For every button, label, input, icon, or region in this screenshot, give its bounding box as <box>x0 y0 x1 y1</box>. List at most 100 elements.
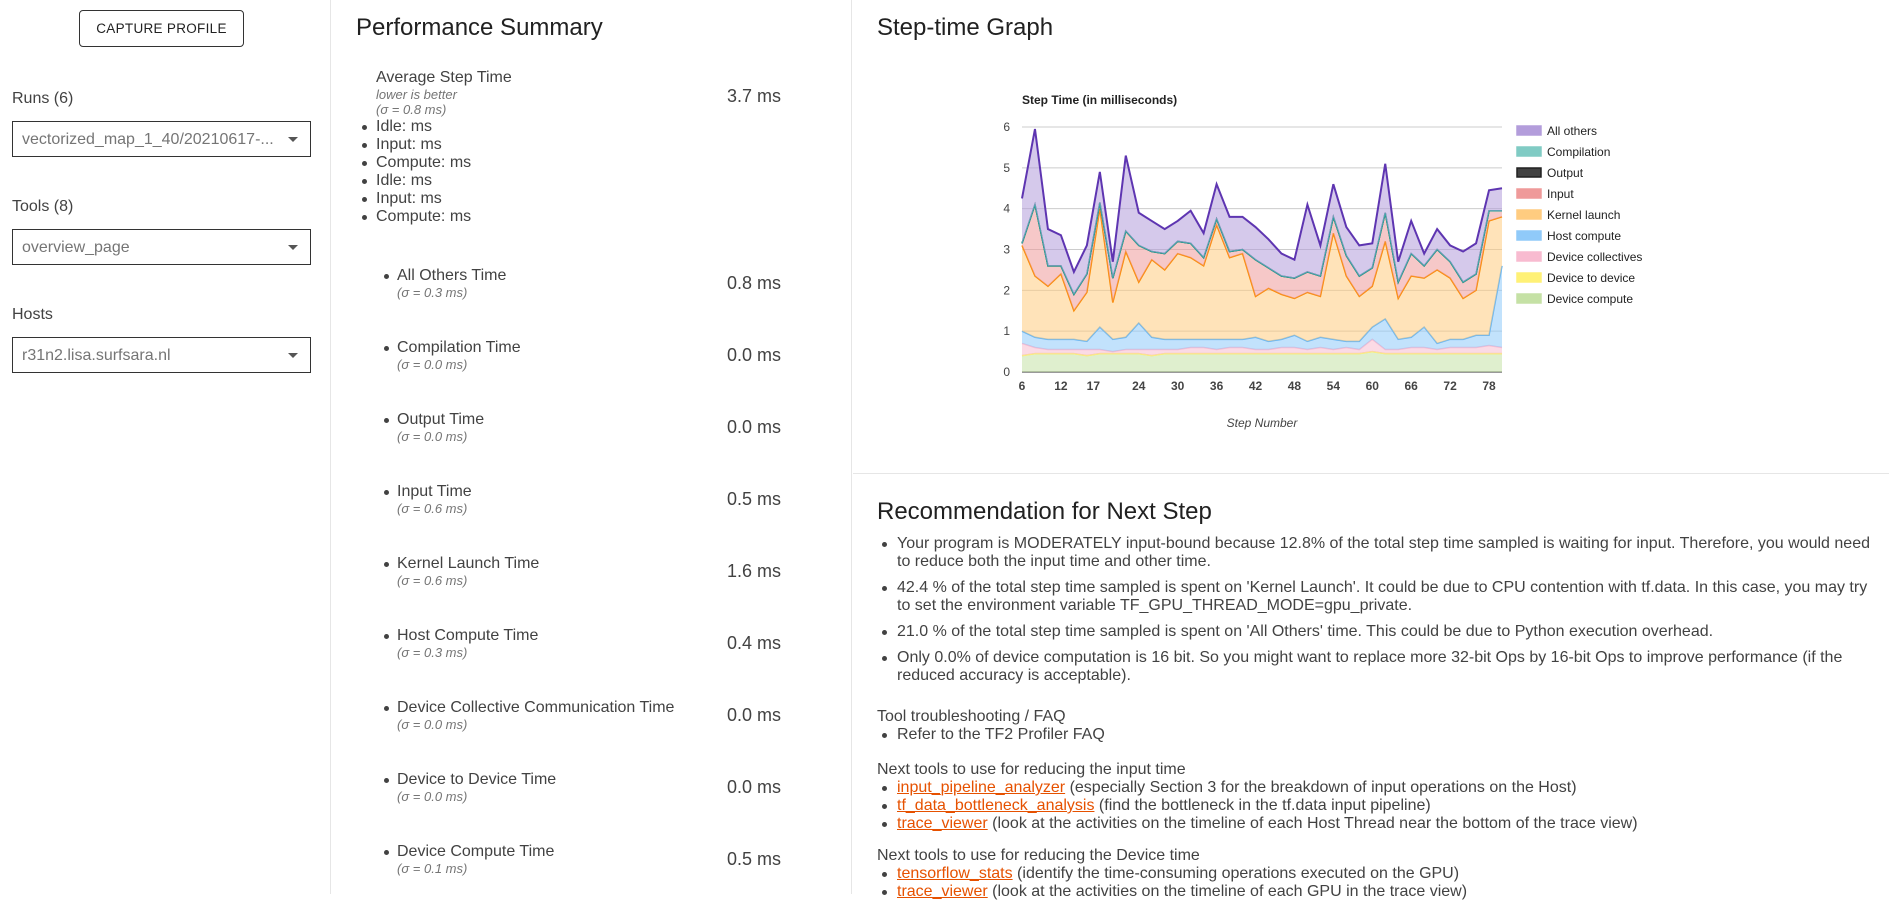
chart-title: Step Time (in milliseconds) <box>1022 93 1177 107</box>
runs-select-value: vectorized_map_1_40/20210617-... <box>22 131 274 148</box>
tool-desc: (find the bottleneck in the tf.data inpu… <box>1094 797 1431 814</box>
legend-label: Device to device <box>1547 271 1635 285</box>
capture-profile-button[interactable]: CAPTURE PROFILE <box>79 10 244 47</box>
legend-swatch <box>1516 272 1542 283</box>
legend-label: Host compute <box>1547 229 1621 243</box>
legend-label: Output <box>1547 166 1584 180</box>
recommendation-list: Your program is MODERATELY input-bound b… <box>877 535 1877 693</box>
faq-item: Refer to the TF2 Profiler FAQ <box>877 726 1877 744</box>
step-time-graph-panel: Step-time Graph Step Time (in millisecon… <box>853 0 1889 474</box>
metric-value: 0.5 ms <box>727 489 782 509</box>
hosts-select[interactable]: r31n2.lisa.surfsara.nl <box>12 337 311 373</box>
tf-data-bottleneck-analysis-link[interactable]: tf_data_bottleneck_analysis <box>897 797 1094 814</box>
tool-desc: (identify the time-consuming operations … <box>1012 865 1460 882</box>
breakdown-item: Compute: ms <box>362 208 816 226</box>
chevron-down-icon <box>288 353 298 358</box>
metric-all-others: All Others Time (σ = 0.3 ms) 0.8 ms <box>384 267 797 311</box>
legend-swatch <box>1516 251 1542 262</box>
x-tick-label: 30 <box>1171 379 1185 393</box>
recommendation-item: 42.4 % of the total step time sampled is… <box>877 579 1877 615</box>
metric-output: Output Time (σ = 0.0 ms) 0.0 ms <box>384 411 797 455</box>
faq-heading: Tool troubleshooting / FAQ <box>877 708 1066 725</box>
x-tick-label: 48 <box>1288 379 1302 393</box>
tools-select-value: overview_page <box>22 239 130 256</box>
runs-select[interactable]: vectorized_map_1_40/20210617-... <box>12 121 311 157</box>
x-tick-label: 17 <box>1087 379 1101 393</box>
legend-label: Device collectives <box>1547 250 1642 264</box>
legend-label: Input <box>1547 187 1574 201</box>
metric-input: Input Time (σ = 0.6 ms) 0.5 ms <box>384 483 797 527</box>
legend-label: All others <box>1547 124 1597 138</box>
device-tools-section: Next tools to use for reducing the Devic… <box>877 847 1877 901</box>
input-pipeline-analyzer-link[interactable]: input_pipeline_analyzer <box>897 779 1065 796</box>
legend-swatch <box>1516 230 1542 241</box>
metric-value: 0.0 ms <box>727 417 782 437</box>
x-tick-label: 42 <box>1249 379 1263 393</box>
y-tick-label: 0 <box>1003 365 1010 379</box>
x-tick-label: 60 <box>1366 379 1380 393</box>
chevron-down-icon <box>288 137 298 142</box>
tool-desc: (especially Section 3 for the breakdown … <box>1065 779 1577 796</box>
tensorflow-stats-link[interactable]: tensorflow_stats <box>897 865 1013 882</box>
metric-compilation: Compilation Time (σ = 0.0 ms) 0.0 ms <box>384 339 797 383</box>
metric-value: 0.8 ms <box>727 273 782 293</box>
device-tools-heading: Next tools to use for reducing the Devic… <box>877 847 1200 864</box>
breakdown-item: Idle: ms <box>362 118 816 136</box>
recommendation-item: Your program is MODERATELY input-bound b… <box>877 535 1877 571</box>
tool-item: trace_viewer (look at the activities on … <box>877 883 1877 901</box>
metric-value: 0.5 ms <box>727 849 782 869</box>
metric-value: 1.6 ms <box>727 561 782 581</box>
x-tick-label: 24 <box>1132 379 1146 393</box>
tool-item: tf_data_bottleneck_analysis (find the bo… <box>877 797 1877 815</box>
device-tools-list: tensorflow_stats (identify the time-cons… <box>877 865 1877 901</box>
metric-value: 0.4 ms <box>727 633 782 653</box>
legend-label: Compilation <box>1547 145 1610 159</box>
x-axis-label: Step Number <box>1227 416 1299 430</box>
y-tick-label: 1 <box>1003 324 1010 338</box>
tool-desc: (look at the activities on the timeline … <box>987 815 1638 832</box>
recommendation-item: Only 0.0% of device computation is 16 bi… <box>877 649 1877 685</box>
metric-value: 0.0 ms <box>727 777 782 797</box>
breakdown-item: Idle: ms <box>362 172 816 190</box>
chevron-down-icon <box>288 245 298 250</box>
trace-viewer-link[interactable]: trace_viewer <box>897 815 988 832</box>
step-time-chart: Step Time (in milliseconds)01234566 12 17 2… <box>1003 93 1642 430</box>
faq-section: Tool troubleshooting / FAQ Refer to the … <box>877 708 1877 744</box>
input-tools-heading: Next tools to use for reducing the input… <box>877 761 1186 778</box>
x-tick-label: 54 <box>1327 379 1341 393</box>
sidebar: CAPTURE PROFILE Runs (6) vectorized_map_… <box>0 0 331 894</box>
legend-swatch <box>1516 146 1542 157</box>
breakdown-item: Input: ms <box>362 190 816 208</box>
performance-summary-title: Performance Summary <box>356 14 603 41</box>
x-tick-label: 66 <box>1405 379 1419 393</box>
legend-swatch <box>1516 293 1542 304</box>
recommendation-panel: Recommendation for Next Step Your progra… <box>853 475 1889 900</box>
average-step-time-value: 3.7 ms <box>727 86 782 106</box>
breakdown-item: Compute: ms <box>362 154 816 172</box>
metric-value: 0.0 ms <box>727 705 782 725</box>
faq-list: Refer to the TF2 Profiler FAQ <box>877 726 1877 744</box>
metric-kernel-launch: Kernel Launch Time (σ = 0.6 ms) 1.6 ms <box>384 555 797 599</box>
recommendation-title: Recommendation for Next Step <box>877 498 1212 525</box>
x-tick-label: 78 <box>1482 379 1496 393</box>
trace-viewer-link[interactable]: trace_viewer <box>897 883 988 900</box>
tool-desc: (look at the activities on the timeline … <box>987 883 1468 900</box>
y-tick-label: 4 <box>1003 202 1010 216</box>
runs-label: Runs (6) <box>12 90 74 107</box>
performance-summary-panel: Performance Summary Average Step Time lo… <box>332 0 852 894</box>
breakdown-item: Input: ms <box>362 136 816 154</box>
legend-swatch <box>1516 209 1542 220</box>
hosts-label: Hosts <box>12 306 53 323</box>
average-step-time-label: Average Step Time <box>376 69 512 86</box>
tool-item: trace_viewer (look at the activities on … <box>877 815 1877 833</box>
tools-label: Tools (8) <box>12 198 74 215</box>
tools-select[interactable]: overview_page <box>12 229 311 265</box>
average-step-breakdown-list: Idle: ms Input: ms Compute: ms Idle: ms … <box>362 118 816 226</box>
y-tick-label: 3 <box>1003 243 1010 257</box>
input-tools-section: Next tools to use for reducing the input… <box>877 761 1877 833</box>
metric-host-compute: Host Compute Time (σ = 0.3 ms) 0.4 ms <box>384 627 797 671</box>
y-tick-label: 5 <box>1003 161 1010 175</box>
legend-swatch <box>1516 188 1542 199</box>
legend-label: Device compute <box>1547 292 1633 306</box>
metric-device-compute: Device Compute Time (σ = 0.1 ms) 0.5 ms <box>384 843 797 887</box>
